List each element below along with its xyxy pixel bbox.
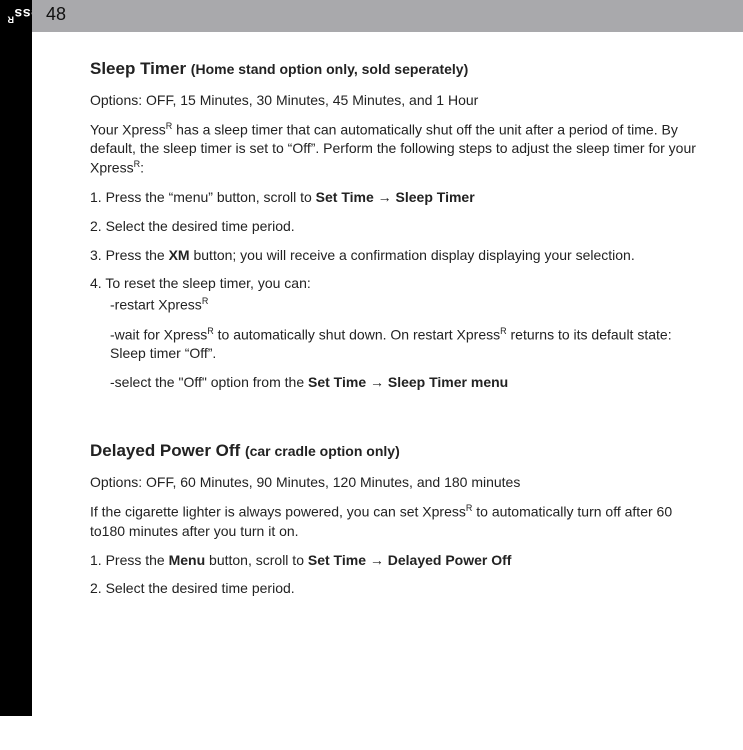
step4-opt1: -restart XpressR (90, 295, 700, 315)
heading2-main: Delayed Power Off (90, 441, 245, 460)
intro-b: has a sleep timer that can automatically… (90, 121, 696, 175)
step3-b: XM (169, 247, 190, 263)
intro-paragraph: Your XpressR has a sleep timer that can … (90, 120, 700, 178)
section-delayed-power-off: Delayed Power Off (car cradle option onl… (90, 440, 700, 598)
heading-main: Sleep Timer (90, 59, 191, 78)
options-line: Options: OFF, 15 Minutes, 30 Minutes, 45… (90, 91, 700, 110)
step4-opt2-a: -wait for Xpress (110, 327, 207, 343)
step3-c: button; you will receive a confirmation … (190, 247, 635, 263)
step-3: 3. Press the XM button; you will receive… (90, 246, 700, 265)
step4-opt2: -wait for XpressR to automatically shut … (90, 325, 700, 363)
page-content: Sleep Timer (Home stand option only, sol… (90, 58, 700, 598)
heading2-sub: (car cradle option only) (245, 443, 400, 459)
step-4: 4. To reset the sleep timer, you can: -r… (90, 274, 700, 392)
step4-opt3-a: -select the "Off" option from the (110, 374, 308, 390)
step3-a: 3. Press the (90, 247, 169, 263)
step-2: 2. Select the desired time period. (90, 217, 700, 236)
s2-step1-c: button, scroll to (205, 552, 308, 568)
step4-opt1-a: -restart Xpress (110, 297, 202, 313)
heading-sleep-timer: Sleep Timer (Home stand option only, sol… (90, 58, 700, 81)
heading-delayed-power-off: Delayed Power Off (car cradle option onl… (90, 440, 700, 463)
step4-a: 4. To reset the sleep timer, you can: (90, 275, 311, 291)
step1-a: 1. Press the “menu” button, scroll to (90, 189, 316, 205)
step4-opt3-b: Set Time → Sleep Timer menu (308, 374, 508, 390)
top-bar: 48 (32, 0, 743, 32)
step4-opt3: -select the "Off" option from the Set Ti… (90, 373, 700, 392)
intro-a: Your Xpress (90, 121, 166, 137)
s2-step-2: 2. Select the desired time period. (90, 579, 700, 598)
s2-step1-a: 1. Press the (90, 552, 169, 568)
step-1: 1. Press the “menu” button, scroll to Se… (90, 188, 700, 207)
sidebar-text-sup: R (7, 15, 14, 25)
heading-sub: (Home stand option only, sold seperately… (191, 61, 468, 77)
s2-step1-b: Menu (169, 552, 206, 568)
step4-opt1-sup: R (202, 296, 209, 306)
s2-step-1: 1. Press the Menu button, scroll to Set … (90, 551, 700, 570)
intro-2: If the cigarette lighter is always power… (90, 502, 700, 540)
intro-c: : (140, 160, 144, 176)
step4-opt2-b: to automatically shut down. On restart X… (214, 327, 500, 343)
step1-b: Set Time → Sleep Timer (316, 189, 475, 205)
page-number: 48 (46, 4, 66, 25)
s2-step1-d: Set Time → Delayed Power Off (308, 552, 512, 568)
intro2-a: If the cigarette lighter is always power… (90, 504, 466, 520)
options-line-2: Options: OFF, 60 Minutes, 90 Minutes, 12… (90, 473, 700, 492)
sidebar: using your XpressR (0, 0, 32, 716)
